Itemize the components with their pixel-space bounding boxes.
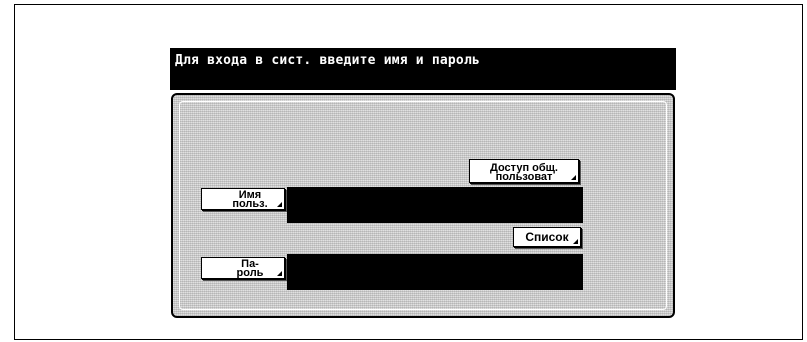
- password-field[interactable]: [287, 254, 583, 290]
- list-button[interactable]: Список: [513, 227, 581, 247]
- dialog-title: Для входа в сист. введите имя и пароль: [170, 48, 676, 90]
- user-name-field[interactable]: [287, 187, 583, 223]
- public-user-access-button[interactable]: Доступ общ. пользоват: [469, 159, 579, 183]
- password-label: Па- роль: [236, 258, 264, 279]
- document-frame: Для входа в сист. введите имя и пароль Д…: [14, 4, 803, 340]
- list-label: Список: [525, 230, 569, 244]
- public-user-access-label: Доступ общ. пользоват: [490, 161, 558, 183]
- user-name-label: Имя польз.: [232, 189, 268, 210]
- login-panel: Доступ общ. пользоват Имя польз. Список …: [171, 93, 675, 318]
- login-screen: Для входа в сист. введите имя и пароль Д…: [170, 48, 676, 318]
- dialog-title-text: Для входа в сист. введите имя и пароль: [175, 53, 481, 68]
- password-button[interactable]: Па- роль: [201, 257, 285, 279]
- user-name-button[interactable]: Имя польз.: [201, 188, 285, 210]
